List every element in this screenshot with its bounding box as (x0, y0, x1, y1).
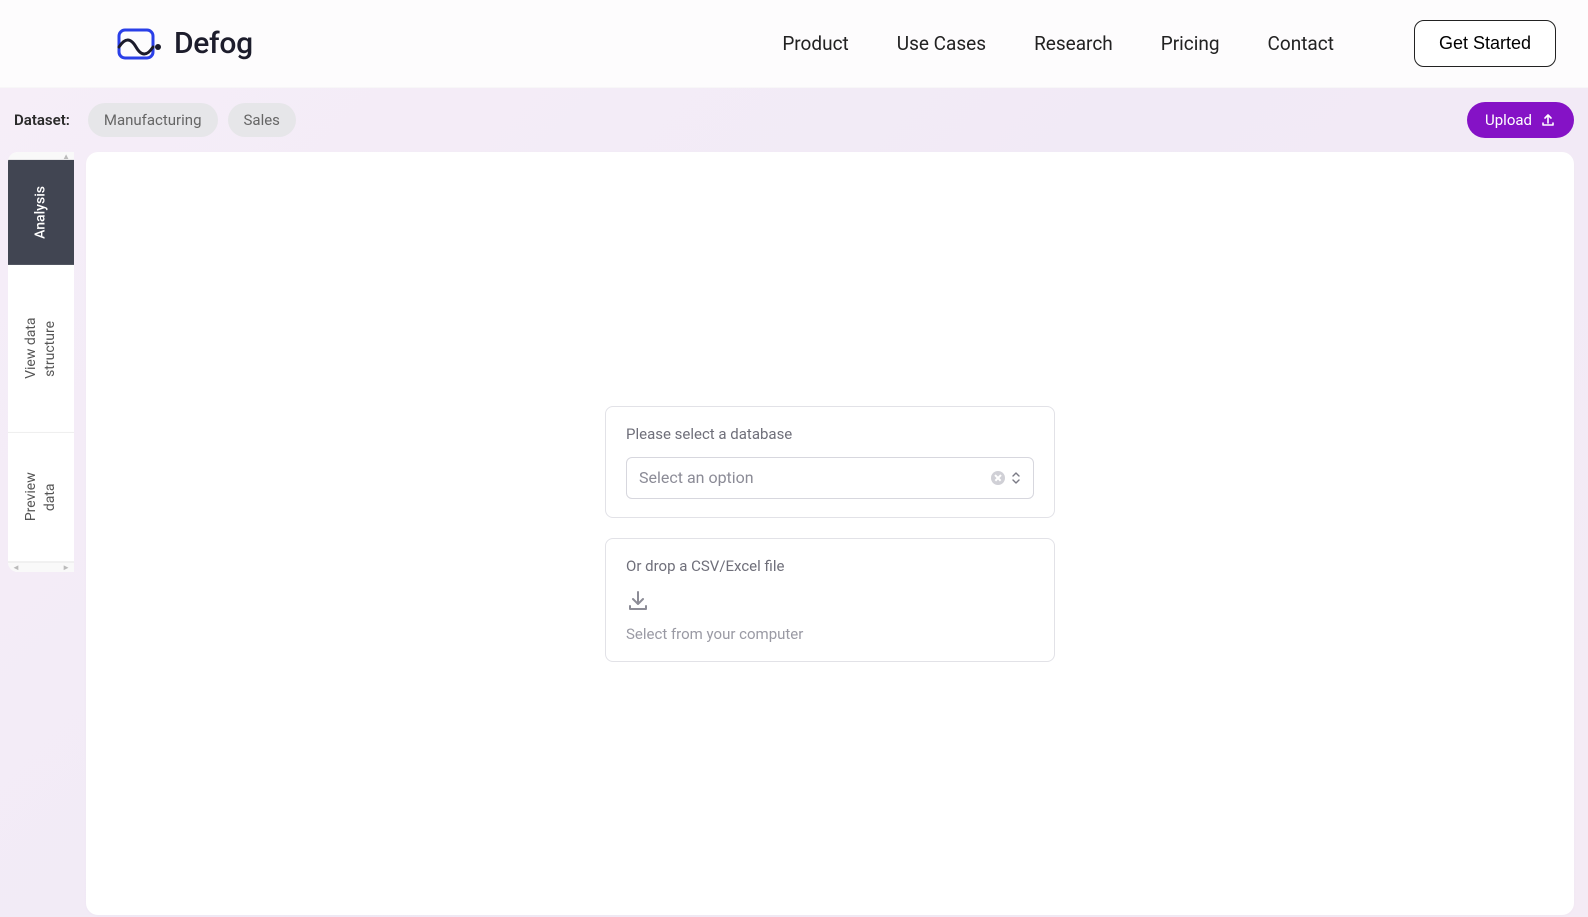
database-select-icons (991, 471, 1021, 485)
defog-logo-icon (116, 27, 164, 61)
dataset-label: Dataset: (14, 111, 70, 129)
brand-logo[interactable]: Defog (116, 26, 253, 61)
primary-nav: Product Use Cases Research Pricing Conta… (782, 20, 1556, 67)
brand-name: Defog (174, 26, 253, 61)
upload-button[interactable]: Upload (1467, 102, 1574, 138)
nav-use-cases[interactable]: Use Cases (897, 32, 986, 55)
side-tab-view-data-structure[interactable]: View data structure (8, 265, 74, 433)
file-drop-sublabel: Select from your computer (626, 625, 1034, 643)
main-canvas: Please select a database Select an optio… (86, 152, 1574, 915)
side-tab-scroll-up-icon[interactable]: ▲ (8, 152, 74, 160)
get-started-button[interactable]: Get Started (1414, 20, 1556, 67)
database-select[interactable]: Select an option (626, 457, 1034, 499)
download-icon (626, 589, 650, 613)
database-select-panel: Please select a database Select an optio… (605, 406, 1055, 518)
dataset-chip-group: Manufacturing Sales (88, 103, 296, 137)
file-drop-panel[interactable]: Or drop a CSV/Excel file Select from you… (605, 538, 1055, 662)
side-tab-scrollbar[interactable]: ◄ ► (8, 562, 74, 572)
dataset-chip-manufacturing[interactable]: Manufacturing (88, 103, 218, 137)
file-drop-label: Or drop a CSV/Excel file (626, 557, 1034, 575)
chevron-up-down-icon (1011, 471, 1021, 485)
side-tab-analysis[interactable]: Analysis (8, 160, 74, 265)
top-navbar: Defog Product Use Cases Research Pricing… (0, 0, 1588, 88)
nav-pricing[interactable]: Pricing (1161, 32, 1220, 55)
upload-icon (1540, 112, 1556, 128)
dataset-bar: Dataset: Manufacturing Sales Upload (0, 88, 1588, 152)
workspace: ▲ Analysis View data structure Preview d… (0, 152, 1588, 915)
dataset-chip-sales[interactable]: Sales (228, 103, 296, 137)
scroll-right-icon: ► (62, 563, 70, 572)
database-select-placeholder: Select an option (639, 468, 991, 487)
nav-product[interactable]: Product (782, 32, 848, 55)
nav-research[interactable]: Research (1034, 32, 1113, 55)
center-stack: Please select a database Select an optio… (605, 406, 1055, 662)
clear-selection-icon[interactable] (991, 471, 1005, 485)
side-tab-preview-data[interactable]: Preview data (8, 433, 74, 562)
upload-button-label: Upload (1485, 111, 1532, 129)
scroll-left-icon: ◄ (12, 563, 20, 572)
database-select-label: Please select a database (626, 425, 1034, 443)
nav-contact[interactable]: Contact (1268, 32, 1334, 55)
side-tab-strip: ▲ Analysis View data structure Preview d… (8, 152, 74, 572)
